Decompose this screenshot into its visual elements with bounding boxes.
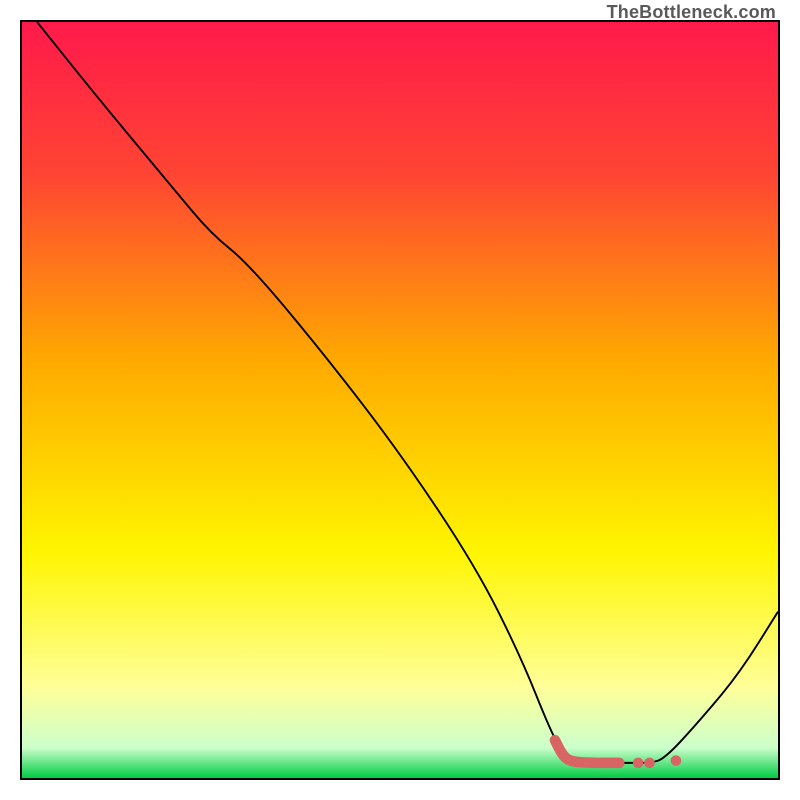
bottleneck-curve-line: [37, 22, 778, 763]
chart-frame: [20, 20, 780, 780]
watermark-text: TheBottleneck.com: [607, 2, 776, 23]
optimal-range-dot: [644, 758, 655, 769]
optimal-range-line: [555, 740, 619, 763]
optimal-range-dot: [671, 755, 682, 766]
chart-plot-area: [22, 22, 778, 778]
optimal-range-dot: [633, 758, 644, 769]
